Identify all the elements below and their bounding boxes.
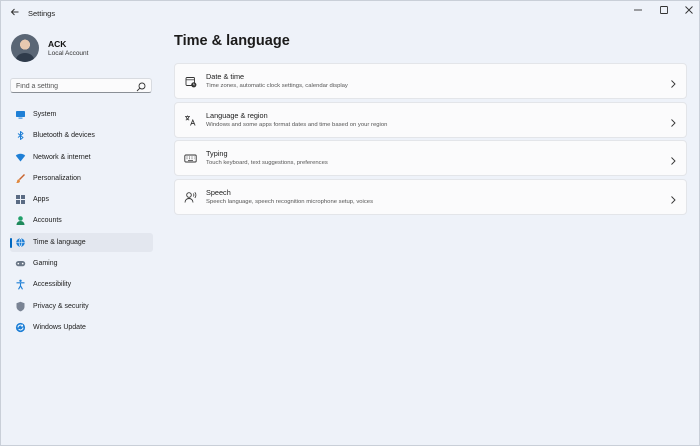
sidebar-item-system[interactable]: System bbox=[10, 105, 153, 124]
sidebar-item-label: Apps bbox=[33, 196, 49, 204]
sidebar-item-label: Accounts bbox=[33, 217, 62, 225]
keyboard-icon bbox=[184, 152, 197, 165]
sidebar-item-personalization[interactable]: Personalization bbox=[10, 169, 153, 188]
settings-window: Settings ACK Local Account System bbox=[0, 0, 700, 446]
sidebar-item-apps[interactable]: Apps bbox=[10, 190, 153, 209]
sidebar-item-label: System bbox=[33, 111, 57, 118]
search-icon[interactable] bbox=[135, 80, 147, 92]
sidebar-item-privacy[interactable]: Privacy & security bbox=[10, 297, 153, 316]
minimize-icon[interactable] bbox=[631, 5, 645, 19]
sidebar-item-bluetooth[interactable]: Bluetooth & devices bbox=[10, 126, 153, 145]
accounts-icon bbox=[15, 215, 26, 226]
chevron-right-icon bbox=[669, 153, 677, 165]
user-name: ACK bbox=[48, 39, 67, 49]
gaming-icon bbox=[15, 258, 26, 269]
network-icon bbox=[15, 152, 26, 163]
language-icon bbox=[184, 114, 197, 127]
account-type: Local Account bbox=[48, 50, 89, 57]
close-icon[interactable] bbox=[682, 5, 696, 19]
accessibility-icon bbox=[15, 279, 26, 290]
sidebar-item-label: Gaming bbox=[33, 260, 58, 268]
title-bar: Settings bbox=[1, 1, 699, 27]
back-arrow-icon[interactable] bbox=[7, 6, 23, 22]
privacy-icon bbox=[15, 301, 26, 312]
card-description: Windows and some apps format dates and t… bbox=[206, 122, 388, 128]
sidebar-item-label: Personalization bbox=[33, 174, 81, 182]
page-title: Time & language bbox=[174, 33, 290, 49]
maximize-icon[interactable] bbox=[657, 5, 671, 19]
sidebar-item-time-language[interactable]: Time & language bbox=[10, 232, 153, 252]
chevron-right-icon bbox=[669, 115, 677, 127]
card-language-region[interactable]: Language & region Windows and some apps … bbox=[174, 102, 687, 138]
chevron-right-icon bbox=[669, 76, 677, 88]
card-description: Time zones, automatic clock settings, ca… bbox=[206, 83, 348, 89]
sidebar-item-accounts[interactable]: Accounts bbox=[10, 211, 153, 230]
sidebar-item-gaming[interactable]: Gaming bbox=[10, 254, 153, 273]
windows-update-icon bbox=[15, 322, 26, 333]
sidebar-item-network[interactable]: Network & internet bbox=[10, 148, 153, 167]
card-date-time[interactable]: Date & time Time zones, automatic clock … bbox=[174, 63, 687, 99]
card-title: Language & region bbox=[206, 111, 268, 120]
time-language-icon bbox=[15, 237, 26, 248]
card-title: Speech bbox=[206, 188, 231, 197]
sidebar-item-label: Bluetooth & devices bbox=[33, 132, 95, 140]
sidebar-item-label: Time & language bbox=[33, 238, 86, 246]
sidebar-nav: System Bluetooth & devices Network & int… bbox=[10, 105, 153, 339]
search-input[interactable] bbox=[16, 80, 134, 92]
apps-icon bbox=[15, 194, 26, 205]
chevron-right-icon bbox=[669, 192, 677, 204]
sidebar-item-windows-update[interactable]: Windows Update bbox=[10, 318, 153, 337]
system-icon bbox=[15, 109, 26, 120]
speech-icon bbox=[184, 191, 197, 204]
avatar[interactable] bbox=[11, 34, 39, 62]
personalization-icon bbox=[15, 173, 26, 184]
sidebar-item-label: Privacy & security bbox=[33, 302, 89, 310]
card-typing[interactable]: Typing Touch keyboard, text suggestions,… bbox=[174, 140, 687, 176]
date-time-icon bbox=[184, 75, 197, 88]
card-title: Typing bbox=[206, 149, 228, 158]
card-speech[interactable]: Speech Speech language, speech recogniti… bbox=[174, 179, 687, 215]
card-title: Date & time bbox=[206, 72, 245, 81]
search-box[interactable] bbox=[10, 78, 152, 93]
sidebar-item-label: Windows Update bbox=[33, 323, 86, 331]
card-description: Touch keyboard, text suggestions, prefer… bbox=[206, 160, 328, 166]
app-title: Settings bbox=[28, 9, 56, 18]
sidebar-item-label: Accessibility bbox=[33, 281, 72, 289]
bluetooth-icon bbox=[15, 130, 26, 141]
card-description: Speech language, speech recognition micr… bbox=[206, 199, 374, 205]
sidebar-item-accessibility[interactable]: Accessibility bbox=[10, 275, 153, 294]
sidebar-item-label: Network & internet bbox=[33, 153, 91, 161]
